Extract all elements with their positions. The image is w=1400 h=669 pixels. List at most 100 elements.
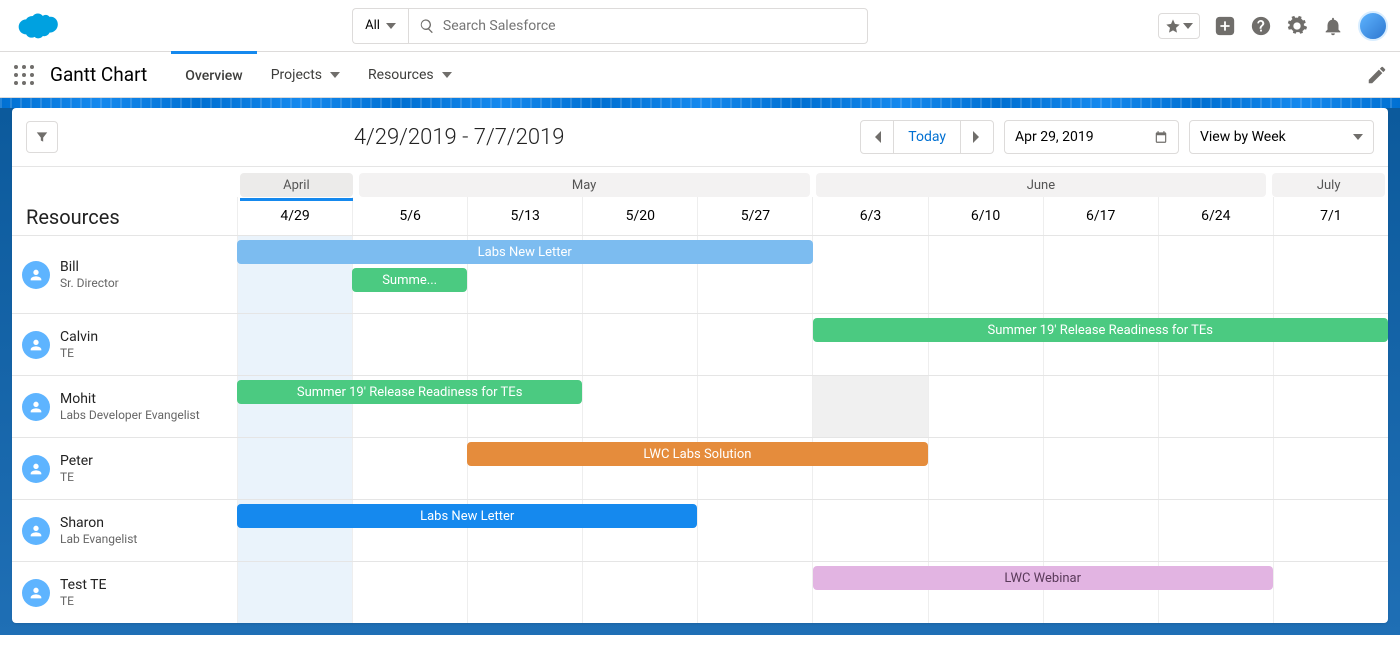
tab-overview[interactable]: Overview — [171, 51, 256, 97]
grid-cell[interactable] — [697, 376, 812, 437]
resource-name: Mohit — [60, 391, 200, 408]
grid-cell[interactable] — [928, 376, 1043, 437]
month-header-june: June — [816, 173, 1267, 197]
grid-cell[interactable] — [697, 314, 812, 375]
grid-cell[interactable] — [812, 500, 927, 561]
grid-cell[interactable] — [928, 500, 1043, 561]
resource-cell[interactable]: MohitLabs Developer Evangelist — [12, 376, 237, 437]
grid-cell[interactable] — [812, 236, 927, 313]
grid-cell[interactable] — [812, 376, 927, 437]
app-launcher-icon[interactable] — [12, 63, 36, 87]
date-picker[interactable]: Apr 29, 2019 — [1004, 120, 1179, 154]
next-button[interactable] — [960, 120, 994, 154]
task-bar[interactable]: Labs New Letter — [237, 504, 697, 528]
grid-cell[interactable] — [1043, 236, 1158, 313]
grid-cell[interactable] — [352, 438, 467, 499]
grid-cell[interactable] — [697, 500, 812, 561]
help-icon[interactable] — [1250, 15, 1272, 37]
resource-name: Test TE — [60, 577, 106, 594]
salesforce-logo — [12, 9, 62, 43]
task-bar[interactable]: Summe... — [352, 268, 467, 292]
grid-cell[interactable] — [1273, 376, 1388, 437]
tab-resources[interactable]: Resources — [354, 52, 466, 98]
grid-cell[interactable] — [582, 376, 697, 437]
search-box[interactable] — [408, 8, 868, 44]
grid-cell[interactable] — [1158, 500, 1273, 561]
resource-role: Lab Evangelist — [60, 532, 137, 546]
user-avatar[interactable] — [1358, 11, 1388, 41]
grid-cell[interactable] — [237, 438, 352, 499]
grid-cell[interactable] — [1273, 562, 1388, 623]
resource-role: Sr. Director — [60, 276, 119, 290]
resource-cell[interactable]: CalvinTE — [12, 314, 237, 375]
grid-cell[interactable] — [1158, 376, 1273, 437]
task-bar[interactable]: Summer 19' Release Readiness for TEs — [237, 380, 582, 404]
search-scope-label: All — [365, 18, 380, 33]
grid-cell[interactable] — [582, 562, 697, 623]
search-scope-button[interactable]: All — [352, 8, 408, 44]
chevron-down-icon — [1353, 132, 1363, 142]
grid-cell[interactable] — [237, 314, 352, 375]
date-header: 5/13 — [467, 197, 582, 235]
prev-button[interactable] — [860, 120, 894, 154]
favorites-button[interactable] — [1158, 13, 1200, 39]
edit-icon[interactable] — [1366, 64, 1388, 86]
resource-role: Labs Developer Evangelist — [60, 408, 200, 422]
resource-name: Bill — [60, 259, 119, 276]
search-icon — [419, 18, 435, 34]
grid-cell[interactable] — [1158, 236, 1273, 313]
user-avatar-icon — [22, 331, 50, 359]
timeline-grid: Labs New Letter Summe... — [237, 236, 1388, 313]
timeline-grid: Summer 19' Release Readiness for TEs — [237, 314, 1388, 375]
plus-icon[interactable] — [1214, 15, 1236, 37]
task-bar[interactable]: LWC Labs Solution — [467, 442, 927, 466]
task-bar[interactable]: Summer 19' Release Readiness for TEs — [813, 318, 1389, 342]
grid-cell[interactable] — [1273, 438, 1388, 499]
chevron-right-icon — [973, 131, 981, 143]
resource-role: TE — [60, 594, 106, 608]
view-picker[interactable]: View by Week — [1189, 120, 1374, 154]
bell-icon[interactable] — [1322, 15, 1344, 37]
resource-cell[interactable]: PeterTE — [12, 438, 237, 499]
date-header: 7/1 — [1273, 197, 1388, 235]
chevron-left-icon — [873, 131, 881, 143]
today-button[interactable]: Today — [894, 120, 960, 154]
date-header: 5/20 — [582, 197, 697, 235]
grid-cell[interactable] — [1043, 500, 1158, 561]
gear-icon[interactable] — [1286, 15, 1308, 37]
user-avatar-icon — [22, 261, 50, 289]
tab-projects[interactable]: Projects — [257, 52, 354, 98]
grid-cell[interactable] — [928, 438, 1043, 499]
grid-cell[interactable] — [1158, 438, 1273, 499]
resource-name: Sharon — [60, 515, 137, 532]
task-bar[interactable]: LWC Webinar — [813, 566, 1273, 590]
grid-cell[interactable] — [582, 314, 697, 375]
tab-label: Projects — [271, 67, 322, 83]
grid-cell[interactable] — [467, 314, 582, 375]
grid-cell[interactable] — [467, 562, 582, 623]
grid-cell[interactable] — [352, 314, 467, 375]
grid-cell[interactable] — [1043, 376, 1158, 437]
task-bar[interactable]: Labs New Letter — [237, 240, 813, 264]
date-header: 6/10 — [928, 197, 1043, 235]
date-picker-value: Apr 29, 2019 — [1015, 129, 1094, 145]
resource-cell[interactable]: SharonLab Evangelist — [12, 500, 237, 561]
view-picker-value: View by Week — [1200, 129, 1286, 145]
resources-heading: Resources — [12, 197, 237, 235]
grid-cell[interactable] — [1273, 500, 1388, 561]
resource-role: TE — [60, 470, 93, 484]
date-range-title: 4/29/2019 - 7/7/2019 — [354, 125, 565, 150]
date-header: 6/3 — [812, 197, 927, 235]
grid-cell[interactable] — [1043, 438, 1158, 499]
filter-button[interactable] — [26, 121, 58, 153]
grid-cell[interactable] — [928, 236, 1043, 313]
resource-cell[interactable]: BillSr. Director — [12, 236, 237, 313]
resource-cell[interactable]: Test TETE — [12, 562, 237, 623]
grid-cell[interactable] — [1273, 236, 1388, 313]
grid-cell[interactable] — [237, 562, 352, 623]
resource-row: PeterTE LWC Labs Solution — [12, 437, 1388, 499]
grid-cell[interactable] — [697, 562, 812, 623]
search-input[interactable] — [443, 18, 857, 34]
resource-name: Peter — [60, 453, 93, 470]
grid-cell[interactable] — [352, 562, 467, 623]
